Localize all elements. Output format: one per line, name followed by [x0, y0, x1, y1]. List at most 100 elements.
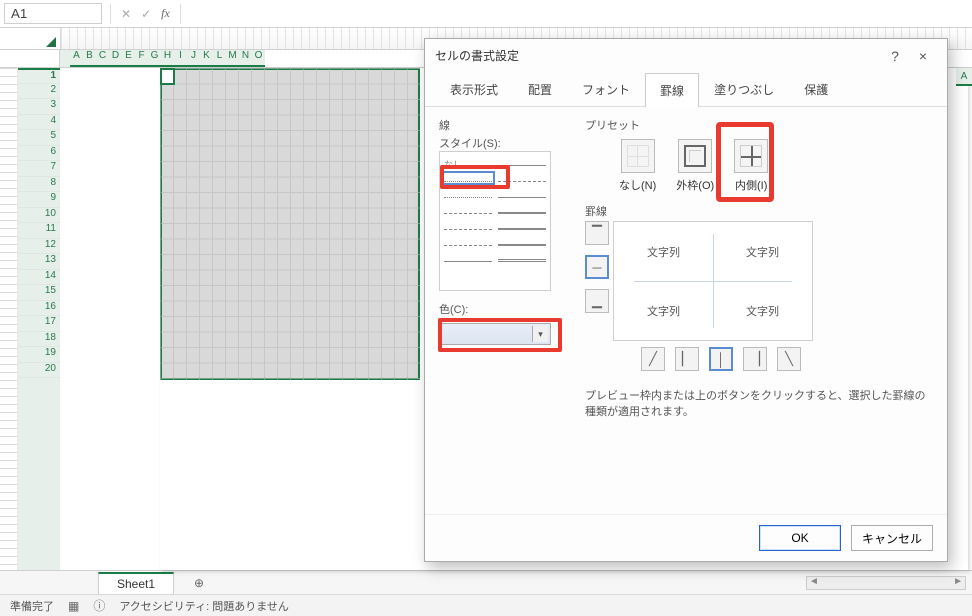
dialog-tabs: 表示形式配置フォント罫線塗りつぶし保護 — [425, 72, 947, 107]
active-cell[interactable] — [160, 68, 175, 85]
row-header[interactable]: 1 — [18, 68, 60, 84]
row-header[interactable]: 15 — [18, 285, 60, 301]
row-header[interactable]: 8 — [18, 177, 60, 193]
accessibility-label: アクセシビリティ: 問題ありません — [119, 598, 289, 614]
ok-button[interactable]: OK — [759, 525, 841, 551]
column-header[interactable]: I — [174, 50, 187, 67]
column-header[interactable]: L — [213, 50, 226, 67]
formula-input[interactable] — [185, 4, 972, 23]
row-header[interactable]: 12 — [18, 239, 60, 255]
column-header[interactable]: B — [83, 50, 96, 67]
column-header[interactable]: K — [200, 50, 213, 67]
row-header[interactable]: 4 — [18, 115, 60, 131]
divider — [180, 4, 181, 24]
close-icon[interactable]: × — [909, 48, 937, 64]
row-header[interactable]: 10 — [18, 208, 60, 224]
border-bottom-button[interactable]: ▁ — [585, 289, 609, 313]
style-item[interactable] — [498, 190, 546, 198]
column-header[interactable]: H — [161, 50, 174, 67]
sheet-tab-bar: Sheet1 ⊕ — [0, 570, 972, 594]
dialog-tab[interactable]: フォント — [567, 72, 645, 106]
preset-inside[interactable]: 内側(I) — [734, 139, 768, 193]
column-header[interactable]: M — [226, 50, 239, 67]
cancel-button[interactable]: キャンセル — [851, 525, 933, 551]
border-group-label: 罫線 — [585, 203, 933, 219]
border-top-button[interactable]: ▔ — [585, 221, 609, 245]
row-header[interactable]: 11 — [18, 223, 60, 239]
column-header-right[interactable]: A — [956, 68, 972, 86]
macro-icon[interactable]: ▦ — [68, 599, 79, 613]
style-none[interactable]: なし — [444, 158, 492, 166]
row-header[interactable]: 6 — [18, 146, 60, 162]
border-hmid-button[interactable]: ─ — [585, 255, 609, 279]
color-label: 色(C): — [439, 301, 567, 317]
accessibility-icon[interactable]: ⓘ — [93, 597, 105, 614]
dialog-tab[interactable]: 配置 — [513, 72, 567, 106]
column-header[interactable]: F — [135, 50, 148, 67]
dialog-tab[interactable]: 保護 — [789, 72, 843, 106]
border-diag1-button[interactable]: ╱ — [641, 347, 665, 371]
dialog-tab[interactable]: 表示形式 — [435, 72, 513, 106]
style-item-selected[interactable] — [444, 174, 492, 182]
formula-bar: ✕ ✓ fx — [0, 0, 972, 28]
style-item[interactable] — [444, 254, 492, 262]
border-vmid-button[interactable]: │ — [709, 347, 733, 371]
style-label: スタイル(S): — [439, 135, 567, 151]
style-item[interactable] — [444, 206, 492, 214]
row-header[interactable]: 5 — [18, 130, 60, 146]
row-header[interactable]: 18 — [18, 332, 60, 348]
row-header[interactable]: 14 — [18, 270, 60, 286]
style-item[interactable] — [498, 222, 546, 230]
preset-group-label: プリセット — [585, 117, 933, 133]
color-dropdown[interactable]: ▾ — [439, 323, 551, 345]
row-header[interactable]: 3 — [18, 99, 60, 115]
row-header[interactable]: 2 — [18, 84, 60, 100]
row-header[interactable]: 19 — [18, 347, 60, 363]
dialog-tab[interactable]: 罫線 — [645, 73, 699, 107]
add-sheet-button[interactable]: ⊕ — [186, 573, 212, 593]
row-header[interactable]: 9 — [18, 192, 60, 208]
column-header[interactable]: C — [96, 50, 109, 67]
border-right-button[interactable]: ▕ — [743, 347, 767, 371]
fx-icon[interactable]: fx — [161, 6, 170, 21]
help-icon[interactable]: ? — [881, 48, 909, 64]
preset-none[interactable]: なし(N) — [619, 139, 656, 193]
style-item[interactable] — [498, 254, 546, 262]
column-header[interactable]: D — [109, 50, 122, 67]
select-all-triangle[interactable] — [46, 37, 56, 47]
h-scrollbar[interactable] — [806, 576, 966, 590]
cancel-icon[interactable]: ✕ — [121, 7, 131, 21]
row-header[interactable]: 13 — [18, 254, 60, 270]
border-left-button[interactable]: ▏ — [675, 347, 699, 371]
border-preview[interactable]: 文字列 文字列 文字列 文字列 — [613, 221, 813, 341]
preset-outline[interactable]: 外枠(O) — [676, 139, 714, 193]
status-state: 準備完了 — [10, 598, 54, 614]
dialog-tab[interactable]: 塗りつぶし — [699, 72, 789, 106]
style-item[interactable] — [498, 206, 546, 214]
column-header[interactable]: A — [70, 50, 83, 67]
style-item[interactable] — [444, 190, 492, 198]
sheet-tab[interactable]: Sheet1 — [98, 572, 174, 594]
row-header[interactable]: 16 — [18, 301, 60, 317]
column-header[interactable]: E — [122, 50, 135, 67]
style-item[interactable] — [498, 238, 546, 246]
column-header[interactable]: O — [252, 50, 265, 67]
border-diag2-button[interactable]: ╲ — [777, 347, 801, 371]
vertical-ruler — [0, 68, 18, 570]
style-item[interactable] — [444, 238, 492, 246]
style-item[interactable] — [498, 158, 546, 166]
column-header[interactable]: G — [148, 50, 161, 67]
column-header[interactable]: N — [239, 50, 252, 67]
line-style-list[interactable]: なし — [439, 151, 551, 291]
confirm-icon[interactable]: ✓ — [141, 7, 151, 21]
row-headers[interactable]: 1234567891011121314151617181920 — [18, 68, 60, 570]
row-header[interactable]: 17 — [18, 316, 60, 332]
preview-cell: 文字列 — [713, 281, 812, 340]
column-header[interactable]: J — [187, 50, 200, 67]
row-header[interactable]: 7 — [18, 161, 60, 177]
row-header[interactable]: 20 — [18, 363, 60, 379]
name-box[interactable] — [4, 3, 102, 24]
format-cells-dialog: セルの書式設定 ? × 表示形式配置フォント罫線塗りつぶし保護 線 スタイル(S… — [424, 38, 948, 562]
style-item[interactable] — [444, 222, 492, 230]
style-item[interactable] — [498, 174, 546, 182]
